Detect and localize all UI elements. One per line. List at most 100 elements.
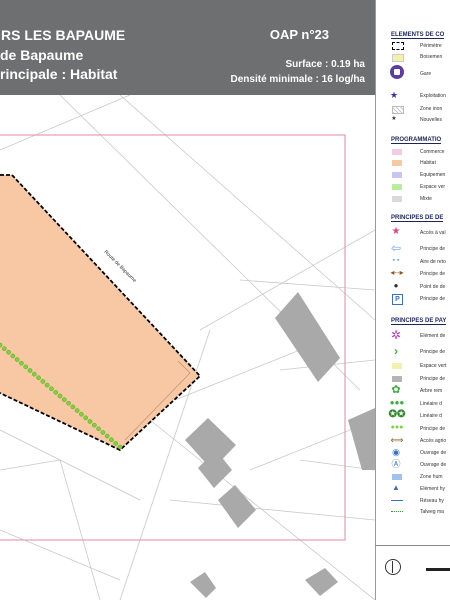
legend-item: Ⓐ Ouvrage de (376, 459, 450, 470)
surface-info: Surface : 0.19 ha (285, 59, 365, 70)
legend-item: ★ Accès à val (376, 226, 450, 238)
principe-swatch (392, 376, 402, 382)
map-header: RS LES BAPAUME de Bapaume rincipale : Ha… (0, 0, 375, 95)
legend-item: ★ Exploitation (389, 90, 446, 100)
legend-item: ✿ Arbre rem (376, 384, 450, 396)
arrow-left-icon: ⇦ (390, 241, 402, 255)
map-area: Route de Bapaume (0, 95, 375, 600)
legend-item: Périmètre (376, 41, 450, 51)
north-arrow-icon (385, 559, 401, 575)
point-icon: ● (393, 281, 399, 290)
legend-item: ✲ Elément de (390, 328, 446, 342)
oap-number: OAP n°23 (269, 27, 329, 42)
legend-item: ▪ ▪ Aire de reto (376, 257, 450, 267)
double-arrow-icon: ◂‑‑▸ (390, 268, 404, 277)
triangle-icon: ▲ (392, 483, 400, 492)
hedge-dot (117, 444, 123, 450)
hedge-dot (23, 364, 29, 370)
access-star-icon: ★ (391, 226, 401, 237)
hedge-dot (6, 349, 11, 355)
hedge-dot (49, 386, 54, 392)
legend-item: Réseau hy (376, 496, 450, 506)
building (305, 568, 338, 596)
hedge-dot (104, 433, 110, 439)
hedge-dot (57, 393, 63, 399)
hedge-dot (83, 415, 89, 421)
mixte-swatch (392, 196, 402, 202)
hedge-dot (74, 408, 80, 413)
legend-item: Commerce (376, 147, 450, 157)
map-canvas: Route de Bapaume (0, 95, 375, 600)
legend-item: ◉ Ouvrage de (376, 447, 450, 458)
legend-item: Zone hum (376, 472, 450, 482)
hedge-dot (70, 404, 76, 410)
dotted-line-icon (391, 511, 403, 512)
hedge-dot (113, 441, 119, 446)
circle-icon: ◉ (392, 447, 400, 457)
legend-item: Equipemen (376, 170, 450, 180)
legend-section-title: ELEMENTS DE CO (391, 32, 445, 39)
hedge-dot (100, 430, 106, 435)
building (190, 572, 216, 598)
legend-section-title: PRINCIPES DE DE (391, 215, 444, 222)
building (218, 485, 256, 528)
circle-a-icon: Ⓐ (391, 459, 401, 469)
hedge-dot (87, 419, 93, 424)
hedge-dot (10, 353, 16, 359)
habitat-zone (0, 175, 200, 450)
hedge-dot (19, 360, 24, 366)
legend-item: ★ Nouvelles (376, 115, 450, 125)
building (275, 292, 340, 382)
tree-icon: ✿ (391, 384, 401, 396)
hedge-dot (44, 382, 50, 388)
legend-item: Mixte (376, 194, 450, 204)
legend-item: Gare (376, 65, 450, 84)
title-site: de Bapaume (0, 47, 84, 63)
chevron-right-icon: › (394, 344, 398, 358)
building (348, 408, 375, 470)
density-info: Densité minimale : 16 log/ha (230, 74, 365, 85)
hedge-dot (79, 411, 84, 417)
commerce-swatch (392, 149, 402, 155)
hedge-dot (27, 368, 33, 373)
espace-vert-swatch (392, 184, 402, 190)
zone-humide-swatch (392, 474, 402, 480)
hedge-dot (1, 346, 7, 351)
legend-item: ⇦ Principe de (390, 241, 446, 255)
legend-item: Espace vert (376, 361, 450, 371)
legend-item: ✪✪ Linéaire d (388, 409, 442, 420)
title-vocation: rincipale : Habitat (0, 66, 118, 82)
hedge-dot (91, 422, 97, 428)
dotted-line-icon: ▪ ▪ (392, 257, 400, 264)
buildings (185, 292, 375, 598)
hedge-dot (40, 379, 46, 384)
dots-icon: ●●● (390, 424, 404, 431)
hedge-dot (66, 400, 71, 406)
legend-section-title: PROGRAMMATIO (391, 137, 442, 144)
legend-section-title: PRINCIPES DE PAY (391, 318, 447, 325)
parking-icon: P (392, 294, 403, 305)
boisement-swatch (389, 52, 405, 62)
habitat-swatch (392, 160, 402, 166)
legend-item: P Principe de (376, 294, 450, 305)
hedge-dot (53, 390, 59, 395)
star-icon: ★ (389, 90, 399, 100)
legend-divider (375, 545, 450, 546)
legend-item: Boisemen (376, 52, 450, 62)
train-station-icon (389, 65, 405, 79)
double-arrow-icon: ⟺ (390, 435, 404, 445)
hedge-dot (61, 397, 67, 402)
line-icon (391, 500, 403, 501)
hedge-icon: ●●● (389, 398, 405, 407)
legend-item: Principe de (376, 374, 450, 384)
perimeter-dashed-icon (389, 41, 405, 51)
legend-panel: ELEMENTS DE CO Périmètre Boisemen Gare ★… (375, 0, 450, 600)
legend-item: ●●● Principe de (376, 424, 450, 434)
hedge-dot (96, 426, 101, 432)
legend-item: ●●● Linéaire d (376, 398, 450, 409)
title-commune: RS LES BAPAUME (1, 27, 126, 43)
star-small-icon: ★ (391, 116, 397, 122)
legend-item: ▲ Elément hy (376, 483, 450, 494)
scale-bar (426, 568, 450, 571)
hedge-dot (14, 357, 20, 362)
